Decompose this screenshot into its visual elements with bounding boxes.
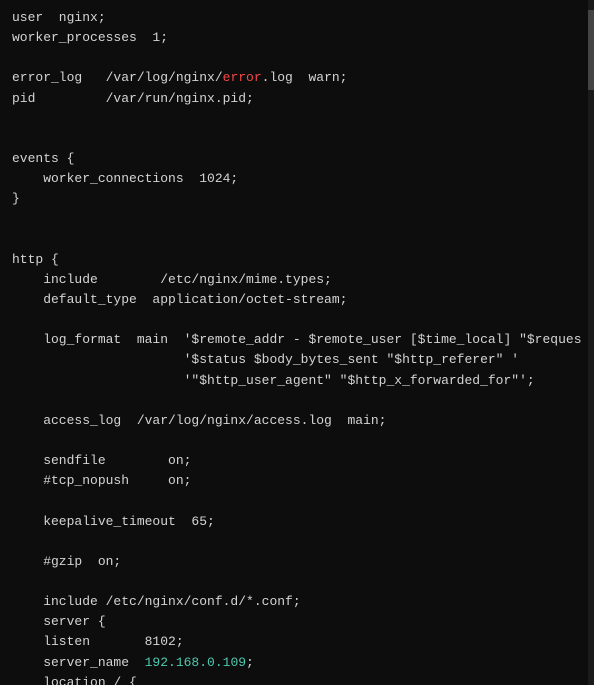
- line-24: #tcp_nopush on;: [0, 471, 594, 491]
- line-30: include /etc/nginx/conf.d/*.conf;: [0, 592, 594, 612]
- line-28: #gzip on;: [0, 552, 594, 572]
- line-11: [0, 209, 594, 229]
- line-text: worker_connections 1024;: [12, 169, 238, 189]
- line-2: worker_processes 1;: [0, 28, 594, 48]
- line-22: [0, 431, 594, 451]
- line-20: [0, 391, 594, 411]
- line-7: [0, 129, 594, 149]
- line-32: listen 8102;: [0, 632, 594, 652]
- line-text: include /etc/nginx/conf.d/*.conf;: [12, 592, 301, 612]
- line-text: error_log /var/log/nginx/error.log warn;: [12, 68, 347, 88]
- line-text: [12, 48, 20, 68]
- line-10: }: [0, 189, 594, 209]
- line-text: [12, 572, 20, 592]
- line-text: worker_processes 1;: [12, 28, 168, 48]
- line-text: [12, 230, 20, 250]
- line-text: [12, 209, 20, 229]
- line-text: '"$http_user_agent" "$http_x_forwarded_f…: [12, 371, 535, 391]
- line-text: events {: [12, 149, 74, 169]
- line-text: [12, 129, 20, 149]
- line-25: [0, 491, 594, 511]
- scrollbar[interactable]: [588, 0, 594, 685]
- line-text: server {: [12, 612, 106, 632]
- line-text: #tcp_nopush on;: [12, 471, 191, 491]
- line-6: [0, 109, 594, 129]
- line-15: default_type application/octet-stream;: [0, 290, 594, 310]
- line-13: http {: [0, 250, 594, 270]
- line-23: sendfile on;: [0, 451, 594, 471]
- line-1: user nginx;: [0, 8, 594, 28]
- line-text: access_log /var/log/nginx/access.log mai…: [12, 411, 386, 431]
- scrollbar-thumb[interactable]: [588, 10, 594, 90]
- line-5: pid /var/run/nginx.pid;: [0, 89, 594, 109]
- line-33: server_name 192.168.0.109;: [0, 653, 594, 673]
- line-16: [0, 310, 594, 330]
- code-editor: user nginx; worker_processes 1; error_lo…: [0, 0, 594, 685]
- line-text: server_name 192.168.0.109;: [12, 653, 254, 673]
- line-21: access_log /var/log/nginx/access.log mai…: [0, 411, 594, 431]
- line-3: [0, 48, 594, 68]
- line-text: [12, 391, 20, 411]
- line-text: listen 8102;: [12, 632, 184, 652]
- line-29: [0, 572, 594, 592]
- line-27: [0, 532, 594, 552]
- line-text: [12, 109, 20, 129]
- line-19: '"$http_user_agent" "$http_x_forwarded_f…: [0, 371, 594, 391]
- line-text: [12, 310, 20, 330]
- line-12: [0, 230, 594, 250]
- line-34: location / {: [0, 673, 594, 685]
- line-18: '$status $body_bytes_sent "$http_referer…: [0, 350, 594, 370]
- line-text: }: [12, 189, 20, 209]
- line-4: error_log /var/log/nginx/error.log warn;: [0, 68, 594, 88]
- line-text: pid /var/run/nginx.pid;: [12, 89, 254, 109]
- line-14: include /etc/nginx/mime.types;: [0, 270, 594, 290]
- line-text: [12, 431, 20, 451]
- line-text: '$status $body_bytes_sent "$http_referer…: [12, 350, 519, 370]
- line-text: keepalive_timeout 65;: [12, 512, 215, 532]
- line-text: #gzip on;: [12, 552, 121, 572]
- line-8: events {: [0, 149, 594, 169]
- line-text: default_type application/octet-stream;: [12, 290, 347, 310]
- line-26: keepalive_timeout 65;: [0, 512, 594, 532]
- line-text: log_format main '$remote_addr - $remote_…: [12, 330, 582, 350]
- line-9: worker_connections 1024;: [0, 169, 594, 189]
- line-text: sendfile on;: [12, 451, 191, 471]
- line-text: user nginx;: [12, 8, 106, 28]
- line-text: [12, 532, 20, 552]
- line-31: server {: [0, 612, 594, 632]
- line-text: location / {: [12, 673, 137, 685]
- line-text: http {: [12, 250, 59, 270]
- line-text: include /etc/nginx/mime.types;: [12, 270, 332, 290]
- line-17: log_format main '$remote_addr - $remote_…: [0, 330, 594, 350]
- line-text: [12, 491, 20, 511]
